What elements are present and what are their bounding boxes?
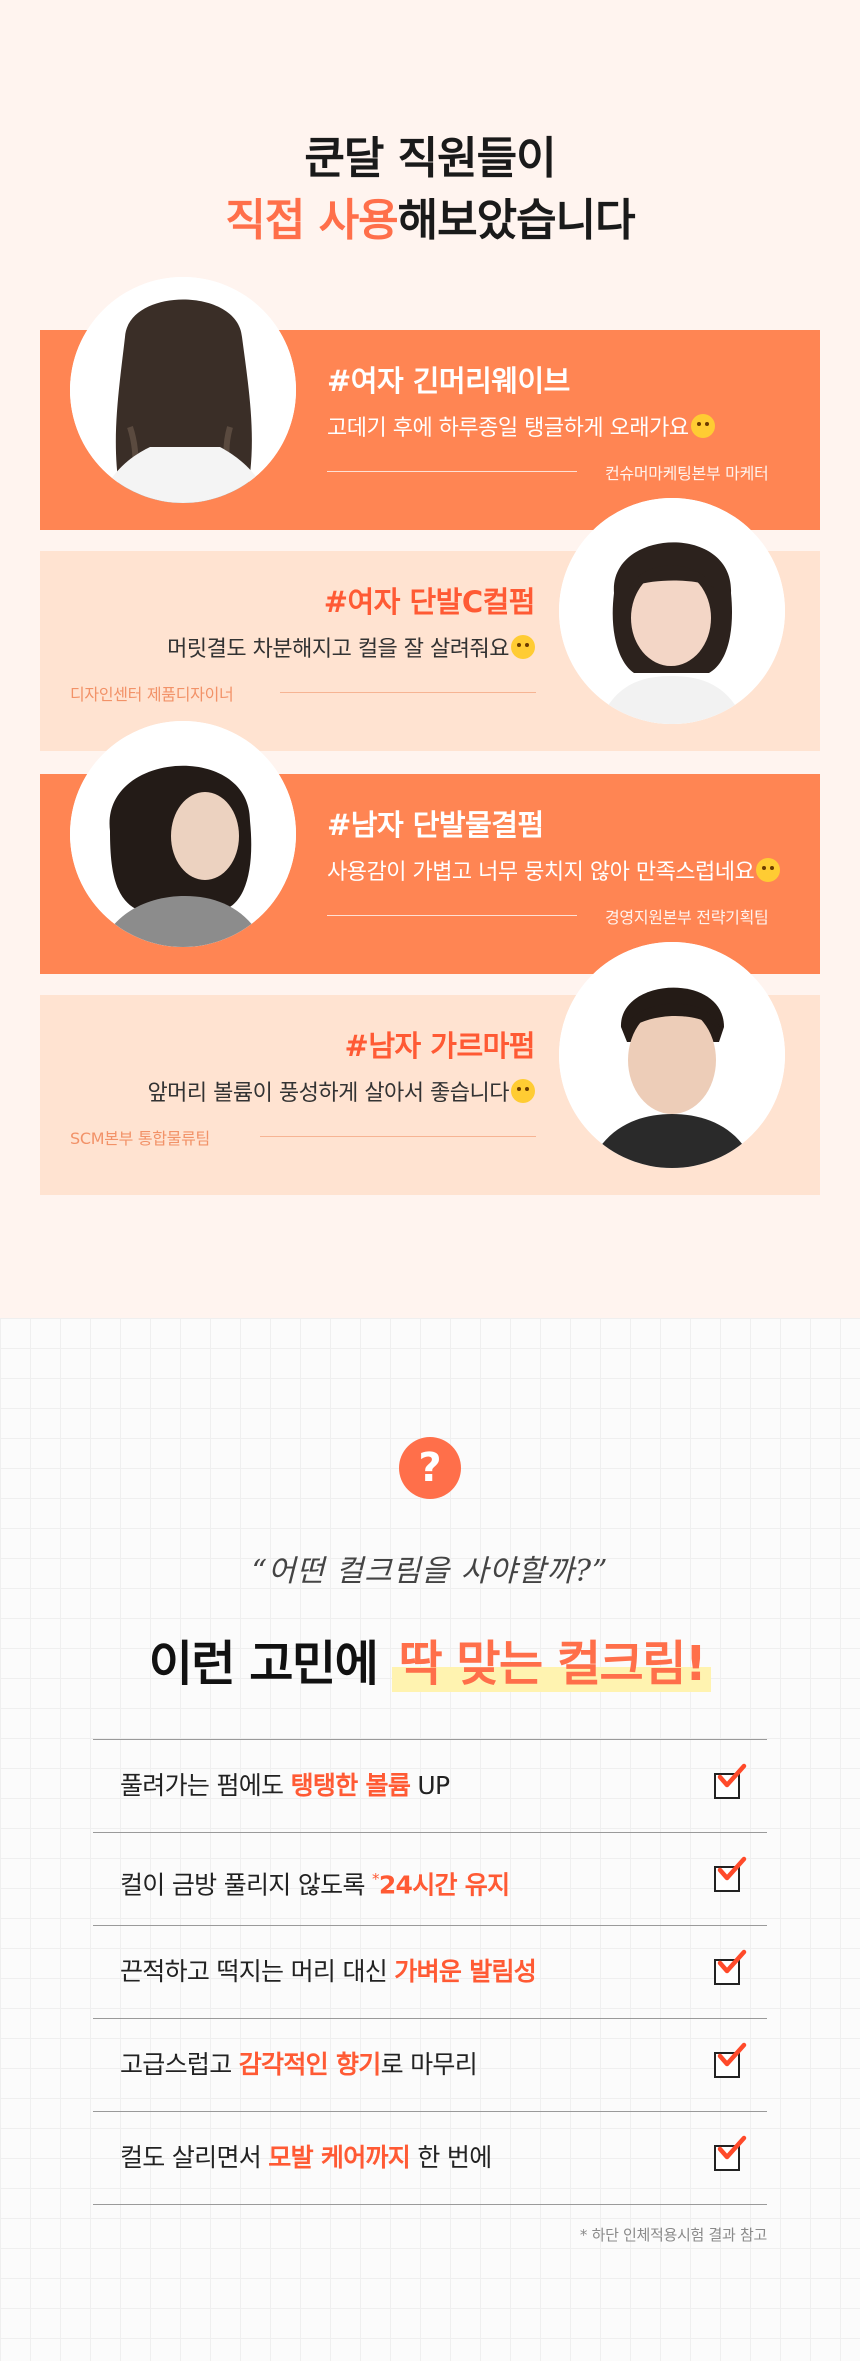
reviewer-role: 컨슈머마케팅본부 마케터 [605,464,769,483]
text-emphasis: 모발 케어까지 [268,2143,411,2172]
curl-cream-concerns-section: ? “어떤 컬크림을 사야할까?” 이런 고민에 딱 맞는 컬크림! 풀려가는 … [0,1318,860,2361]
review-quote-text: 앞머리 볼륨이 풍성하게 살아서 좋습니다 [147,1081,509,1106]
checkbox-checked-icon [714,1856,747,1892]
checklist-text: 끈적하고 떡지는 머리 대신 가벼운 발림성 [120,1926,537,2018]
text-emphasis: 24시간 유지 [378,1870,510,1900]
employee-review-section: 쿤달 직원들이 직접 사용해보았습니다 #여자 긴머리웨이브 고데기 후에 하루… [0,0,860,1318]
thumbs-up-emoji-icon [756,858,781,882]
checkbox-checked-icon [714,1763,747,1799]
divider [260,1136,536,1137]
footnote-mark: * [372,1870,379,1888]
divider [327,915,577,916]
headline-line1: 쿤달 직원들이 [304,133,556,184]
checklist-text: 풀려가는 펌에도 탱탱한 볼륨 UP [120,1740,450,1832]
checklist-text: 컬이 금방 풀리지 않도록 *24시간 유지 [120,1833,510,1931]
text-plain: 로 마무리 [380,2050,478,2079]
heart-eyes-emoji-icon [511,635,535,659]
checklist-row: 컬도 살리면서 모발 케어까지 한 번에 [93,2112,767,2205]
checklist-row: 고급스럽고 감각적인 향기로 마무리 [93,2019,767,2112]
headline-prefix: 이런 고민에 [148,1636,393,1692]
text-emphasis: 가벼운 발림성 [394,1957,537,1986]
text-plain: 컬도 살리면서 [120,2143,269,2172]
text-plain: UP [410,1771,450,1800]
reviewer-photo-3 [70,721,296,947]
review-quote-text: 고데기 후에 하루종일 탱글하게 오래가요 [327,416,689,441]
headline-rest: 해보았습니다 [397,195,636,246]
review-quote: 앞머리 볼륨이 풍성하게 살아서 좋습니다 [147,1075,535,1107]
checklist-row: 끈적하고 떡지는 머리 대신 가벼운 발림성 [93,1926,767,2019]
text-plain: 풀려가는 펌에도 [120,1771,291,1800]
reviewer-photo-4 [559,942,785,1168]
headline-highlight: 딱 맞는 컬크림! [392,1636,712,1692]
review-quote: 사용감이 가볍고 너무 뭉치지 않아 만족스럽네요 [327,854,781,886]
footnote: * 하단 인체적용시험 결과 참고 [579,2226,767,2244]
question-icon: ? [399,1437,461,1499]
review-tag: #여자 긴머리웨이브 [327,364,570,398]
divider [280,692,536,693]
review-quote-text: 머릿결도 차분해지고 컬을 잘 살려줘요 [167,637,509,662]
checklist-row: 컬이 금방 풀리지 않도록 *24시간 유지 [93,1833,767,1926]
checklist-row: 풀려가는 펌에도 탱탱한 볼륨 UP [93,1740,767,1833]
reviewer-photo-1 [70,277,296,503]
headline-accent: 직접 사용 [225,195,398,246]
checkbox-checked-icon [714,1949,747,1985]
benefit-checklist: 풀려가는 펌에도 탱탱한 볼륨 UP 컬이 금방 풀리지 않도록 *24시간 유… [93,1739,767,2205]
reviewer-role: 디자인센터 제품디자이너 [70,685,234,704]
smile-emoji-icon [690,414,715,438]
checklist-text: 고급스럽고 감각적인 향기로 마무리 [120,2019,478,2111]
review-quote-text: 사용감이 가볍고 너무 뭉치지 않아 만족스럽네요 [327,860,755,885]
divider [327,471,577,472]
concerns-headline: 이런 고민에 딱 맞는 컬크림! [0,1624,860,1694]
text-emphasis: 감각적인 향기 [238,2050,382,2079]
text-plain: 한 번에 [410,2143,492,2172]
text-emphasis: 탱탱한 볼륨 [290,1771,411,1800]
reviewer-photo-2 [559,498,785,724]
checklist-text: 컬도 살리면서 모발 케어까지 한 번에 [120,2112,492,2204]
review-quote: 머릿결도 차분해지고 컬을 잘 살려줘요 [167,631,535,663]
review-tag: #남자 가르마펌 [344,1029,536,1063]
reviewer-role: SCM본부 통합물류팀 [70,1129,210,1148]
review-tag: #남자 단발물결펌 [327,808,544,842]
checkbox-checked-icon [714,2042,747,2078]
handwritten-question: “어떤 컬크림을 사야할까?” [251,1554,609,1589]
text-plain: 컬이 금방 풀리지 않도록 [120,1870,372,1900]
text-plain: 고급스럽고 [120,2050,239,2079]
text-plain: 끈적하고 떡지는 머리 대신 [120,1957,395,1986]
checkbox-checked-icon [714,2135,747,2171]
review-tag: #여자 단발C컬펌 [323,585,536,619]
headline-line2: 직접 사용해보았습니다 [0,190,860,252]
section-headline: 쿤달 직원들이 직접 사용해보았습니다 [0,128,860,252]
reviewer-role: 경영지원본부 전략기획팀 [605,908,769,927]
relieved-emoji-icon [511,1079,535,1103]
review-quote: 고데기 후에 하루종일 탱글하게 오래가요 [327,410,715,442]
